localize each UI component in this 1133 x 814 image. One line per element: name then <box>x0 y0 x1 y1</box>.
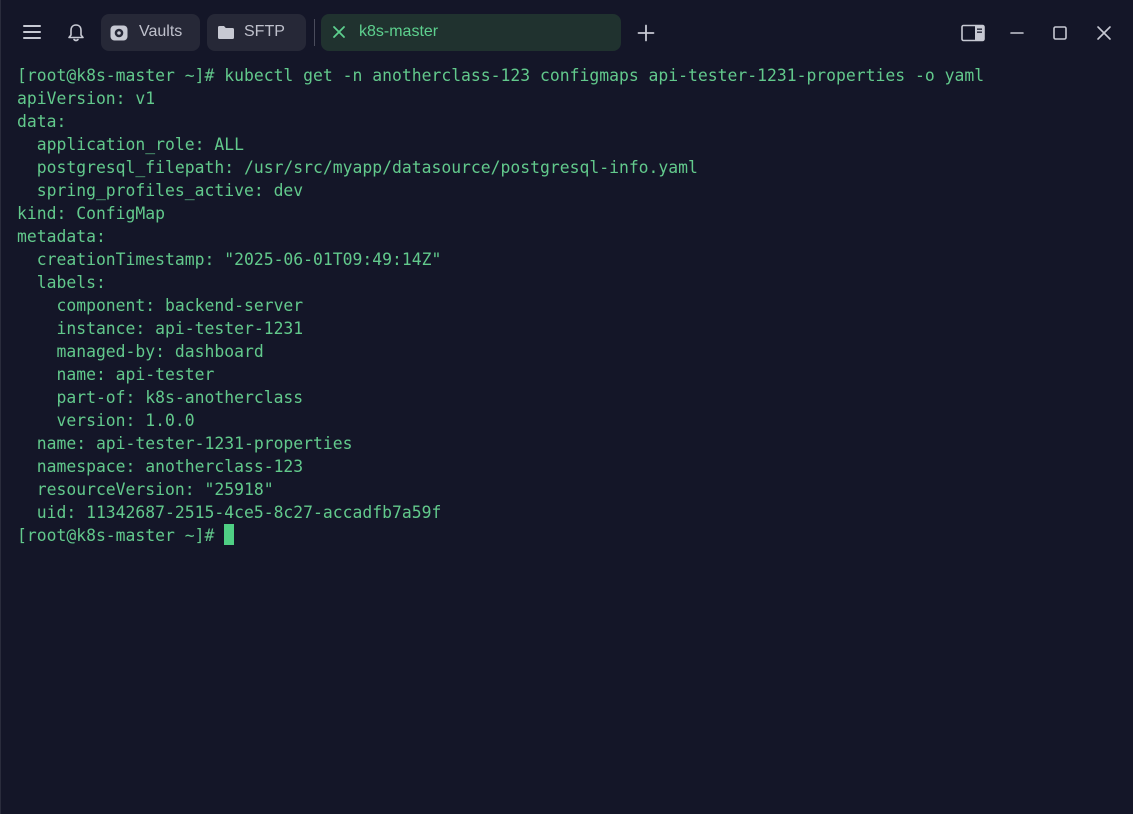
terminal-cursor <box>224 524 235 545</box>
terminal-line: spring_profiles_active: dev <box>17 181 304 200</box>
terminal-prompt: [root@k8s-master ~]# <box>17 526 225 545</box>
terminal-line: labels: <box>17 273 106 292</box>
terminal-line: kind: ConfigMap <box>17 204 166 223</box>
terminal-line: metadata: <box>17 227 106 246</box>
minimize-icon[interactable] <box>1006 22 1028 44</box>
tab-vaults[interactable]: Vaults <box>101 14 200 51</box>
terminal-line: component: backend-server <box>17 296 304 315</box>
terminal-line: namespace: anotherclass-123 <box>17 457 304 476</box>
terminal-line: data: <box>17 112 67 131</box>
terminal-line: creationTimestamp: "2025-06-01T09:49:14Z… <box>17 250 442 269</box>
terminal-prompt-line[interactable]: [root@k8s-master ~]# <box>17 524 1127 547</box>
terminal-line: name: api-tester <box>17 365 215 384</box>
close-icon[interactable] <box>332 25 346 39</box>
terminal-output[interactable]: [root@k8s-master ~]# kubectl get -n anot… <box>17 64 1127 804</box>
hamburger-menu-icon[interactable] <box>21 22 43 42</box>
vault-icon <box>109 23 129 43</box>
tab-divider <box>314 19 315 46</box>
terminal-line: apiVersion: v1 <box>17 89 156 108</box>
terminal-line: instance: api-tester-1231 <box>17 319 304 338</box>
terminal-line: resourceVersion: "25918" <box>17 480 274 499</box>
terminal-line: postgresql_filepath: /usr/src/myapp/data… <box>17 158 698 177</box>
tab-label: Vaults <box>139 23 183 40</box>
maximize-icon[interactable] <box>1049 22 1071 44</box>
terminal-line: name: api-tester-1231-properties <box>17 434 353 453</box>
title-bar: Vaults SFTP k8s-master <box>1 0 1133 64</box>
terminal-line: uid: 11342687-2515-4ce5-8c27-accadfb7a59… <box>17 503 442 522</box>
close-window-icon[interactable] <box>1093 22 1115 44</box>
toggle-sidebar-icon[interactable] <box>960 22 986 44</box>
terminal-line: part-of: k8s-anotherclass <box>17 388 304 407</box>
plus-icon[interactable] <box>635 22 657 44</box>
bell-icon[interactable] <box>65 22 87 44</box>
terminal-line: [root@k8s-master ~]# kubectl get -n anot… <box>17 66 985 85</box>
terminal-line: managed-by: dashboard <box>17 342 264 361</box>
terminal-line: application_role: ALL <box>17 135 244 154</box>
tab-label: k8s-master <box>359 23 439 40</box>
tab-label: SFTP <box>244 23 285 40</box>
tab-sftp[interactable]: SFTP <box>207 14 306 51</box>
tab-k8s-master[interactable]: k8s-master <box>321 14 621 51</box>
terminal-line: version: 1.0.0 <box>17 411 195 430</box>
folder-icon <box>217 25 235 41</box>
